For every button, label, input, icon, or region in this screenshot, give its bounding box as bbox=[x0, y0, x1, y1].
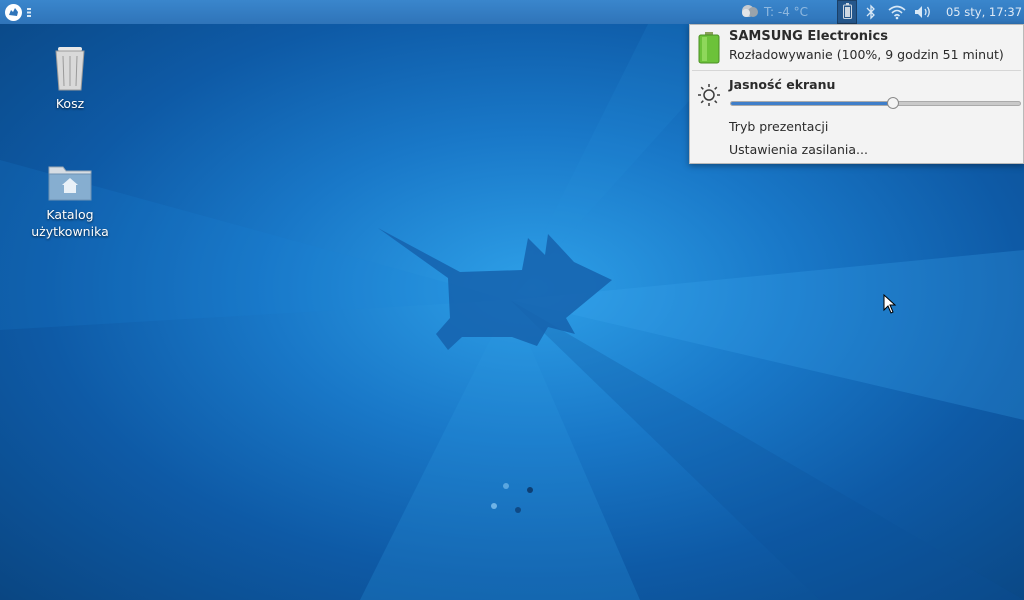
loading-spinner bbox=[491, 483, 533, 513]
power-settings-item[interactable]: Ustawienia zasilania... bbox=[729, 142, 868, 157]
xfce-logo-icon bbox=[4, 3, 22, 21]
brightness-slider[interactable] bbox=[730, 97, 1021, 109]
battery-indicator-button[interactable] bbox=[837, 0, 857, 24]
device-name: SAMSUNG Electronics bbox=[729, 29, 888, 44]
applications-menu-button[interactable] bbox=[3, 0, 23, 24]
brightness-icon bbox=[697, 83, 721, 111]
home-folder-icon bbox=[25, 162, 115, 202]
battery-status: Rozładowywanie (100%, 9 godzin 51 minut) bbox=[729, 47, 1004, 62]
battery-icon bbox=[842, 2, 852, 22]
weather-icon bbox=[740, 3, 760, 22]
desktop-icon-label: Kosz bbox=[55, 96, 85, 111]
panel-handle-icon[interactable] bbox=[25, 0, 33, 24]
desktop-icon-home[interactable]: Katalog użytkownika bbox=[25, 162, 115, 240]
trash-icon bbox=[25, 47, 115, 91]
top-panel: T: -4 °C 05 sty, 17:37 bbox=[0, 0, 1024, 24]
bluetooth-icon[interactable] bbox=[862, 0, 880, 24]
separator bbox=[692, 70, 1021, 71]
weather-temperature: T: -4 °C bbox=[764, 5, 809, 19]
wifi-icon[interactable] bbox=[886, 0, 908, 24]
desktop-icon-label-line1: Katalog bbox=[46, 207, 94, 222]
volume-icon[interactable] bbox=[912, 0, 934, 24]
weather-plugin[interactable]: T: -4 °C bbox=[740, 0, 822, 24]
desktop-icon-trash[interactable]: Kosz bbox=[25, 47, 115, 112]
battery-full-icon bbox=[698, 32, 720, 68]
presentation-mode-item[interactable]: Tryb prezentacji bbox=[729, 119, 828, 134]
clock[interactable]: 05 sty, 17:37 bbox=[944, 0, 1024, 24]
brightness-slider-handle[interactable] bbox=[886, 97, 899, 109]
mouse-cursor-icon bbox=[883, 294, 897, 314]
brightness-slider-fill bbox=[731, 102, 893, 105]
brightness-label: Jasność ekranu bbox=[729, 77, 836, 92]
desktop-icon-label-line2: użytkownika bbox=[31, 224, 109, 239]
power-manager-popup: SAMSUNG Electronics Rozładowywanie (100%… bbox=[689, 24, 1024, 164]
